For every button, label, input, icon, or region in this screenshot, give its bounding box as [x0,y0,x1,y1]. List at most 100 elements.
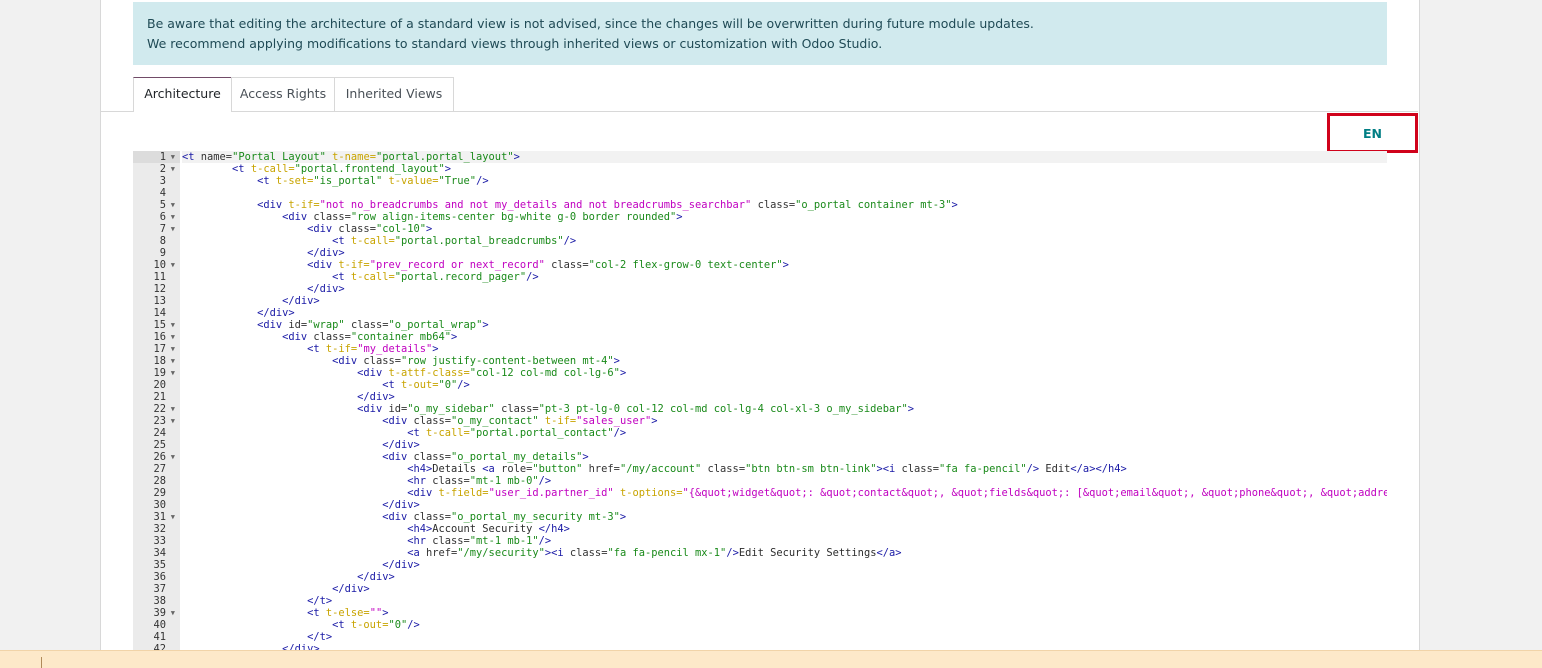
line-number-label: 17 [153,343,166,355]
fold-toggle-icon[interactable]: ▼ [171,199,175,211]
fold-toggle-icon[interactable]: ▼ [171,343,175,355]
code-line[interactable]: </div> [182,571,1387,583]
fold-toggle-icon[interactable]: ▼ [171,415,175,427]
code-line[interactable]: <div t-if="not no_breadcrumbs and not my… [182,199,1387,211]
fold-toggle-icon[interactable]: ▼ [171,211,175,223]
code-line[interactable]: <t t-call="portal.record_pager"/> [182,271,1387,283]
code-token: > [513,151,520,163]
code-line[interactable]: <div t-attf-class="col-12 col-md col-lg-… [182,367,1387,379]
code-line[interactable]: <t t-set="is_portal" t-value="True"/> [182,175,1387,187]
code-line[interactable]: <div class="col-10"> [182,223,1387,235]
code-line[interactable]: <t name="Portal Layout" t-name="portal.p… [182,151,1387,163]
code-content[interactable]: <t name="Portal Layout" t-name="portal.p… [182,151,1387,650]
code-line[interactable]: </div> [182,247,1387,259]
line-number: 14 [133,307,180,319]
line-number: 4 [133,187,180,199]
code-token: "sales_user" [576,415,652,427]
fold-toggle-icon[interactable]: ▼ [171,511,175,523]
code-token: </div> [382,499,420,511]
code-line[interactable]: <t t-call="portal.portal_breadcrumbs"/> [182,235,1387,247]
code-line[interactable] [182,187,1387,199]
line-number-label: 28 [153,475,166,487]
code-token: </div> [307,283,345,295]
fold-toggle-icon[interactable]: ▼ [171,403,175,415]
code-token: <div [257,319,283,331]
code-line[interactable]: <t t-else=""> [182,607,1387,619]
line-number: 15 ▼ [133,319,180,331]
line-number-label: 8 [159,235,166,247]
code-token: "/my/security" [457,547,545,559]
code-line[interactable]: <hr class="mt-1 mb-1"/> [182,535,1387,547]
line-number-label: 5 [159,199,166,211]
code-line[interactable]: <div class="o_portal_my_details"> [182,451,1387,463]
code-line[interactable]: <div class="o_my_contact" t-if="sales_us… [182,415,1387,427]
code-token: <t [232,163,245,175]
code-line[interactable]: </div> [182,391,1387,403]
code-line[interactable]: <div id="wrap" class="o_portal_wrap"> [182,319,1387,331]
line-number: 42 [133,643,180,650]
code-line[interactable]: </t> [182,595,1387,607]
code-line[interactable]: <t t-out="0"/> [182,619,1387,631]
code-line[interactable]: </div> [182,499,1387,511]
code-line[interactable]: <div class="container mb64"> [182,331,1387,343]
language-button[interactable]: EN [1327,113,1418,153]
fold-toggle-icon[interactable]: ▼ [171,355,175,367]
code-line[interactable]: </div> [182,295,1387,307]
code-token: > [907,403,914,415]
code-token: "is_portal" [313,175,383,187]
fold-toggle-icon[interactable]: ▼ [171,607,175,619]
fold-toggle-icon[interactable]: ▼ [171,259,175,271]
code-token: > [619,367,627,379]
code-line[interactable]: <div class="row justify-content-between … [182,355,1387,367]
code-line[interactable]: <h4>Account Security </h4> [182,523,1387,535]
code-line[interactable]: <t t-call="portal.frontend_layout"> [182,163,1387,175]
code-line[interactable]: <div id="o_my_sidebar" class="pt-3 pt-lg… [182,403,1387,415]
code-line[interactable]: <hr class="mt-1 mb-0"/> [182,475,1387,487]
code-token: t-if= [332,259,370,271]
code-token: <div [357,403,383,415]
code-line[interactable]: </div> [182,439,1387,451]
line-number-label: 15 [153,319,166,331]
code-line[interactable]: </div> [182,307,1387,319]
code-token: <div [282,211,308,223]
fold-toggle-icon[interactable]: ▼ [171,451,175,463]
code-token: /> [1026,463,1040,475]
code-line[interactable]: <div t-if="prev_record or next_record" c… [182,259,1387,271]
code-line[interactable]: </div> [182,583,1387,595]
fold-toggle-icon[interactable]: ▼ [171,151,175,163]
code-token: t-if= [282,199,320,211]
tab-access-rights[interactable]: Access Rights [231,77,335,111]
line-number: 34 [133,547,180,559]
code-line[interactable]: </div> [182,643,1387,650]
code-line[interactable]: <h4>Details <a role="button" href="/my/a… [182,463,1387,475]
code-line[interactable]: <div class="o_portal_my_security mt-3"> [182,511,1387,523]
code-line[interactable]: </t> [182,631,1387,643]
line-number: 8 [133,235,180,247]
code-line[interactable]: <t t-call="portal.portal_contact"/> [182,427,1387,439]
code-line[interactable]: <div class="row align-items-center bg-wh… [182,211,1387,223]
line-number-label: 21 [153,391,166,403]
fold-toggle-icon[interactable]: ▼ [171,331,175,343]
warning-alert: Be aware that editing the architecture o… [133,2,1387,65]
line-number-label: 13 [153,295,166,307]
code-line[interactable]: <div t-field="user_id.partner_id" t-opti… [182,487,1387,499]
code-line[interactable]: <t t-if="my_details"> [182,343,1387,355]
line-number: 35 [133,559,180,571]
code-line[interactable]: <t t-out="0"/> [182,379,1387,391]
fold-toggle-icon[interactable]: ▼ [171,367,175,379]
tab-inherited-views[interactable]: Inherited Views [334,77,454,111]
code-line[interactable]: </div> [182,559,1387,571]
tab-architecture[interactable]: Architecture [133,77,232,112]
fold-toggle-icon[interactable]: ▼ [171,223,175,235]
code-editor[interactable]: 1 ▼ 2 ▼ 3 4 5 ▼ 6 ▼ 7 ▼ 8 9 10 ▼ 11 12 13 14 15 ▼ 16 ▼ 17 ▼ 18 ▼ 19 ▼… [133,151,1387,650]
fold-toggle-icon[interactable]: ▼ [171,163,175,175]
code-line[interactable]: <a href="/my/security"><i class="fa fa-p… [182,547,1387,559]
fold-toggle-icon[interactable]: ▼ [171,319,175,331]
code-line[interactable]: </div> [182,283,1387,295]
